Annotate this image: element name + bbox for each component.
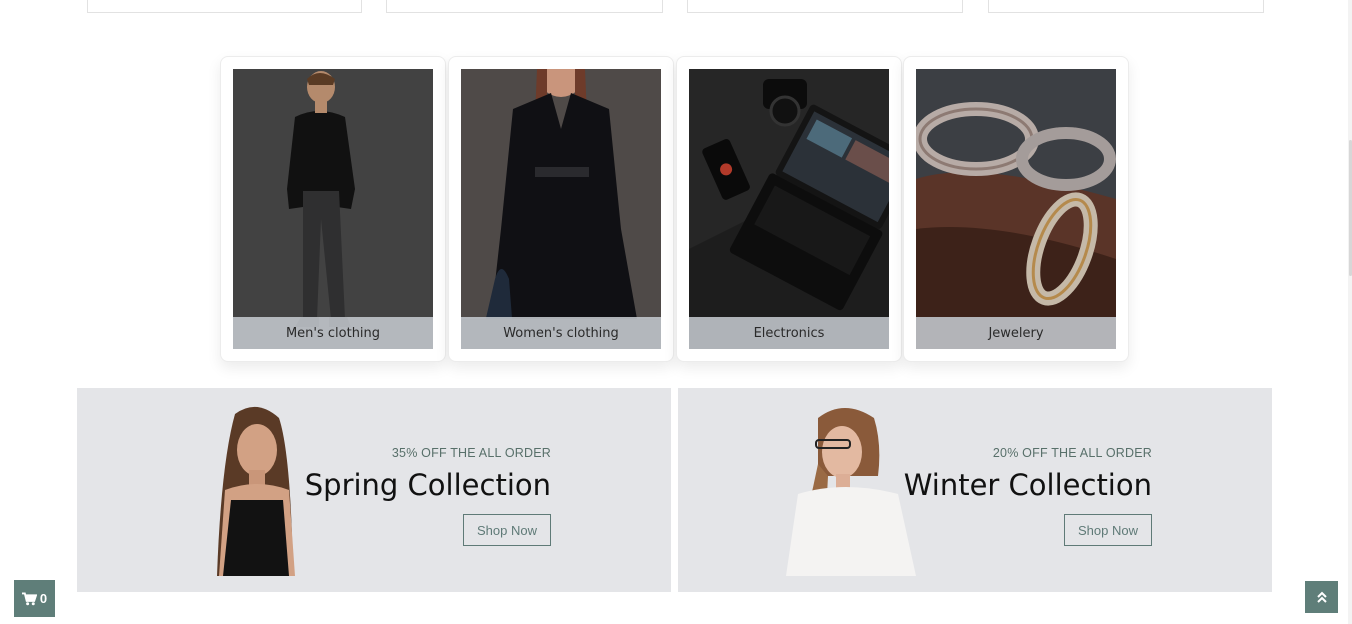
shop-now-button[interactable]: Shop Now <box>463 514 551 546</box>
banner-text: 20% OFF THE ALL ORDER Winter Collection … <box>904 446 1152 546</box>
category-label[interactable]: Jewelery <box>916 317 1116 349</box>
shop-now-button[interactable]: Shop Now <box>1064 514 1152 546</box>
category-card-electronics[interactable]: Electronics <box>676 56 902 362</box>
product-card-partial <box>687 0 963 13</box>
scroll-to-top-button[interactable] <box>1305 581 1338 613</box>
category-card-womens[interactable]: Women's clothing <box>448 56 674 362</box>
banner-offer: 20% OFF THE ALL ORDER <box>992 446 1152 460</box>
double-chevron-up-icon <box>1316 591 1327 603</box>
model-photo <box>217 406 295 576</box>
promo-banner-spring: 35% OFF THE ALL ORDER Spring Collection … <box>77 388 671 592</box>
jewelery-photo <box>916 69 1116 349</box>
product-card-partial <box>386 0 663 13</box>
womens-clothing-photo <box>461 69 661 349</box>
category-image[interactable]: Women's clothing <box>461 69 661 349</box>
product-card-partial <box>87 0 362 13</box>
category-label[interactable]: Women's clothing <box>461 317 661 349</box>
banner-title: Winter Collection <box>903 468 1152 502</box>
category-label[interactable]: Men's clothing <box>233 317 433 349</box>
scrollbar-track[interactable] <box>1348 0 1352 624</box>
category-label[interactable]: Electronics <box>689 317 889 349</box>
promo-banner-winter: 20% OFF THE ALL ORDER Winter Collection … <box>678 388 1272 592</box>
category-card-mens[interactable]: Men's clothing <box>220 56 446 362</box>
product-card-partial <box>988 0 1264 13</box>
cart-button[interactable]: 0 <box>14 580 55 617</box>
category-image[interactable]: Jewelery <box>916 69 1116 349</box>
mens-clothing-photo <box>233 69 433 349</box>
banner-text: 35% OFF THE ALL ORDER Spring Collection … <box>305 446 551 546</box>
banner-title: Spring Collection <box>304 468 551 502</box>
category-image[interactable]: Men's clothing <box>233 69 433 349</box>
category-card-jewelery[interactable]: Jewelery <box>903 56 1129 362</box>
banner-offer: 35% OFF THE ALL ORDER <box>391 446 551 460</box>
category-image[interactable]: Electronics <box>689 69 889 349</box>
cart-count: 0 <box>39 591 48 606</box>
electronics-photo <box>689 69 889 349</box>
cart-icon <box>21 591 37 605</box>
